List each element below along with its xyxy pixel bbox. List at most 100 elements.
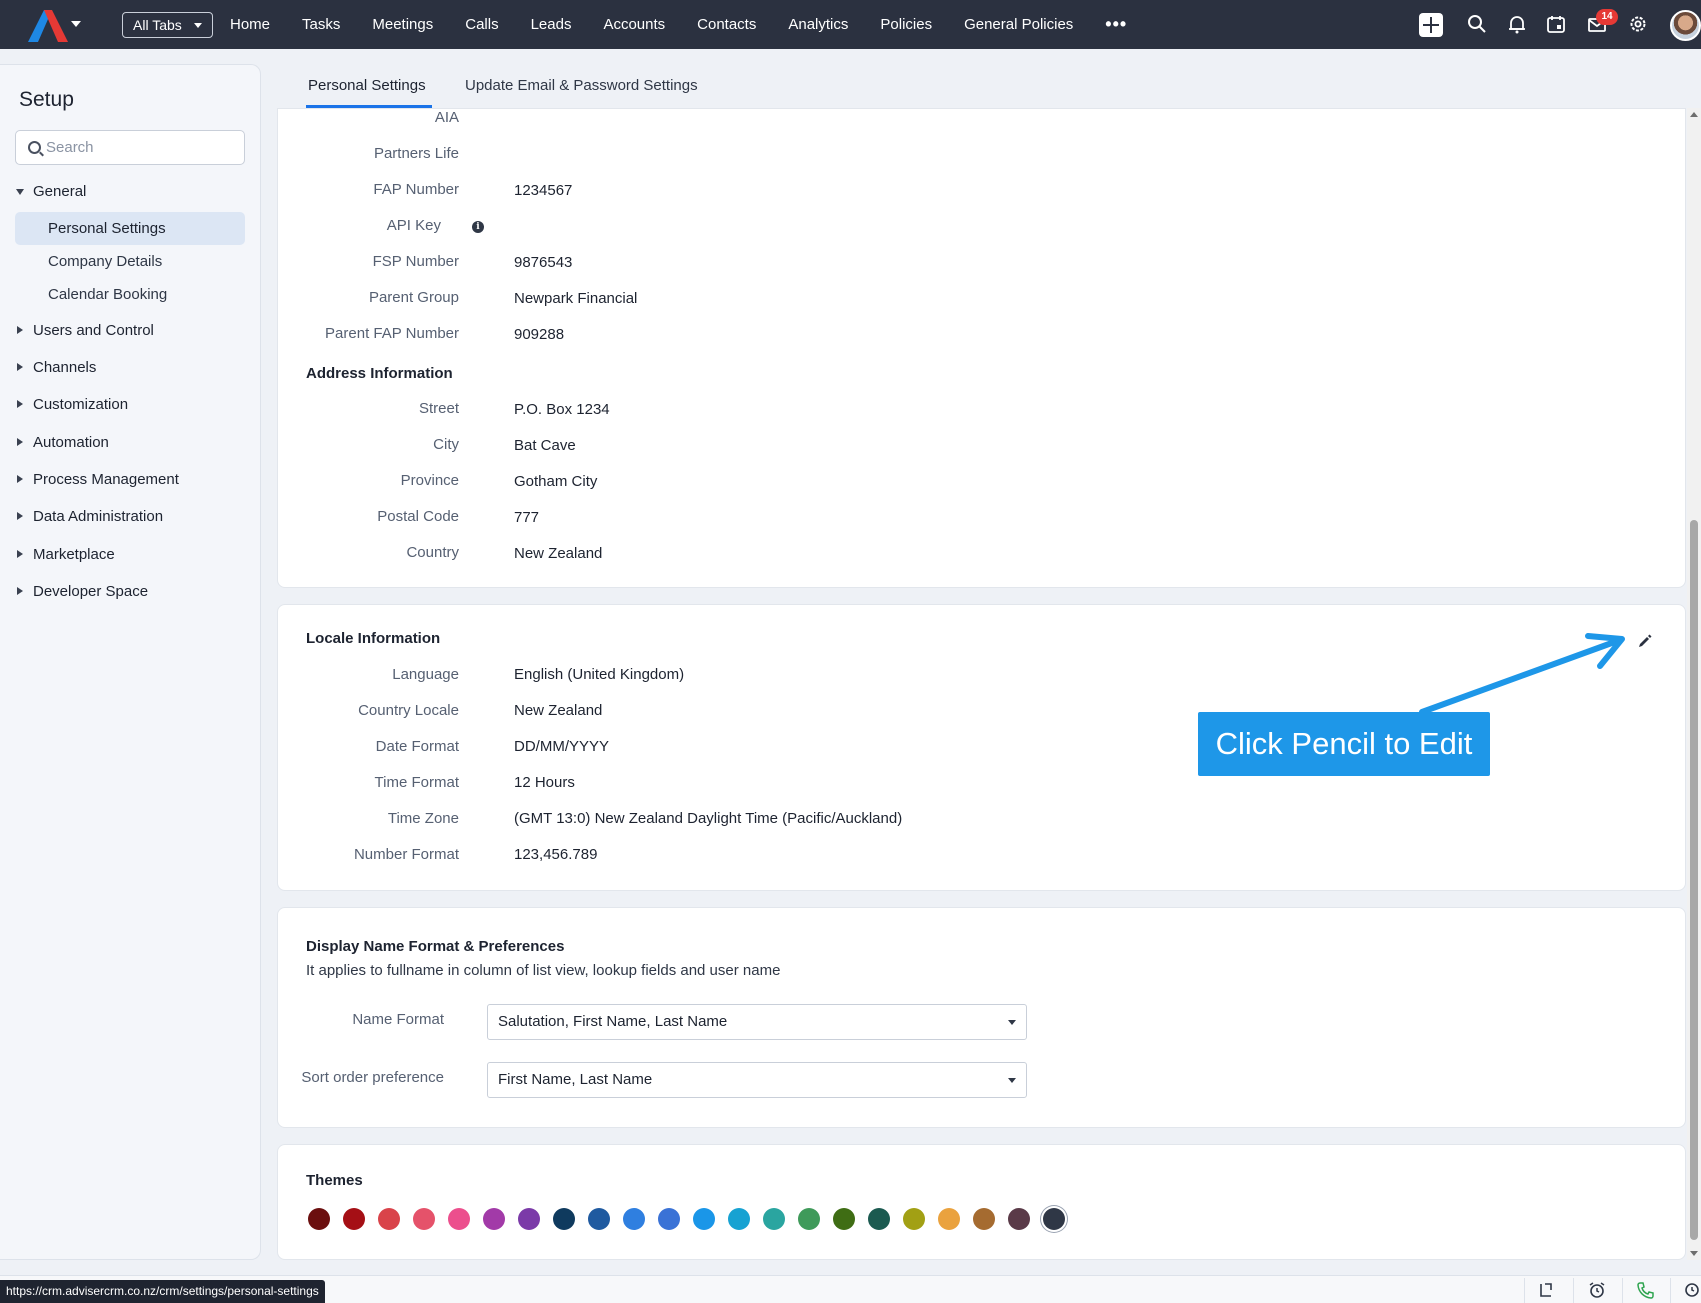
chevron-right-icon [17, 326, 23, 334]
sidebar-group-customization[interactable]: Customization [16, 396, 128, 413]
theme-swatch[interactable] [553, 1208, 575, 1230]
theme-swatch[interactable] [343, 1208, 365, 1230]
user-avatar[interactable] [1670, 10, 1701, 41]
chevron-right-icon [17, 438, 23, 446]
sidebar-group-label: Users and Control [33, 322, 154, 339]
sidebar-group-process-management[interactable]: Process Management [16, 471, 179, 488]
scroll-down-icon[interactable] [1690, 1251, 1698, 1256]
nav-calls[interactable]: Calls [449, 0, 514, 49]
search-icon[interactable] [1466, 13, 1488, 35]
sync-icon[interactable] [1536, 1280, 1556, 1300]
history-icon[interactable] [1681, 1280, 1701, 1300]
bell-icon[interactable] [1506, 13, 1528, 35]
callout-arrow-icon [1419, 633, 1625, 715]
sidebar-group-label: General [33, 183, 87, 200]
quick-create-plus-icon[interactable] [1419, 13, 1443, 37]
setup-search[interactable] [15, 130, 245, 165]
nav-meetings[interactable]: Meetings [356, 0, 449, 49]
sidebar-group-label: Developer Space [33, 583, 149, 600]
logo-menu-caret-icon[interactable] [71, 21, 81, 27]
sidebar-group-users-and-control[interactable]: Users and Control [16, 322, 154, 339]
field-label-partners-life: Partners Life [373, 145, 459, 162]
field-value-street: P.O. Box 1234 [514, 401, 610, 418]
divider [1573, 1278, 1574, 1303]
theme-swatch[interactable] [378, 1208, 400, 1230]
theme-swatch[interactable] [868, 1208, 890, 1230]
field-label-number-format: Number Format [353, 846, 459, 863]
field-label-postal-code: Postal Code [377, 508, 459, 525]
theme-swatch[interactable] [483, 1208, 505, 1230]
sidebar-item-company-details[interactable]: Company Details [15, 245, 245, 278]
nav-tasks[interactable]: Tasks [286, 0, 356, 49]
top-navigation-bar: All Tabs Home Tasks Meetings Calls Leads… [0, 0, 1701, 49]
theme-swatch[interactable] [728, 1208, 750, 1230]
phone-icon[interactable] [1636, 1280, 1656, 1300]
theme-swatch[interactable] [623, 1208, 645, 1230]
sidebar-item-calendar-booking[interactable]: Calendar Booking [15, 278, 245, 311]
alarm-clock-icon[interactable] [1587, 1280, 1607, 1300]
field-label-time-format: Time Format [374, 774, 459, 791]
calendar-icon[interactable] [1545, 13, 1567, 35]
themes-panel: Themes [277, 1144, 1686, 1260]
gear-icon[interactable] [1627, 13, 1649, 35]
field-value-number-format: 123,456.789 [514, 846, 598, 863]
all-tabs-dropdown[interactable]: All Tabs [122, 12, 213, 38]
theme-swatch[interactable] [833, 1208, 855, 1230]
nav-analytics[interactable]: Analytics [772, 0, 864, 49]
field-value-date-format: DD/MM/YYYY [514, 738, 610, 755]
theme-swatch[interactable] [1043, 1208, 1065, 1230]
setup-search-input[interactable] [46, 131, 241, 164]
sidebar-item-personal-settings[interactable]: Personal Settings [15, 212, 245, 245]
theme-swatch[interactable] [763, 1208, 785, 1230]
sidebar-group-general[interactable]: General [16, 183, 86, 200]
sidebar-group-data-administration[interactable]: Data Administration [16, 508, 163, 525]
app-logo[interactable] [24, 8, 72, 44]
themes-section-title: Themes [306, 1172, 363, 1189]
sidebar-group-automation[interactable]: Automation [16, 434, 109, 451]
field-label-city: City [433, 436, 459, 453]
page-scrollbar[interactable] [1687, 108, 1701, 1260]
nav-leads[interactable]: Leads [515, 0, 588, 49]
theme-swatch[interactable] [938, 1208, 960, 1230]
theme-swatch[interactable] [308, 1208, 330, 1230]
info-icon[interactable]: i [472, 221, 484, 233]
sort-order-label: Sort order preference [301, 1069, 444, 1086]
field-value-language: English (United Kingdom) [514, 666, 685, 683]
chevron-down-icon [1008, 1078, 1016, 1083]
theme-swatch[interactable] [658, 1208, 680, 1230]
theme-swatch[interactable] [1008, 1208, 1030, 1230]
nav-general-policies[interactable]: General Policies [948, 0, 1089, 49]
field-value-country-locale: New Zealand [514, 702, 603, 719]
sidebar-group-developer-space[interactable]: Developer Space [16, 583, 148, 600]
sidebar-group-channels[interactable]: Channels [16, 359, 96, 376]
tab-update-email-password[interactable]: Update Email & Password Settings [465, 77, 698, 94]
tab-personal-settings[interactable]: Personal Settings [308, 77, 426, 94]
field-label-api-key: API Key [386, 217, 441, 234]
field-label-time-zone: Time Zone [387, 810, 459, 827]
theme-swatch[interactable] [903, 1208, 925, 1230]
theme-swatch[interactable] [518, 1208, 540, 1230]
theme-swatch[interactable] [693, 1208, 715, 1230]
field-value-country: New Zealand [514, 545, 603, 562]
name-format-select[interactable]: Salutation, First Name, Last Name [487, 1004, 1027, 1040]
theme-swatch[interactable] [973, 1208, 995, 1230]
nav-policies[interactable]: Policies [864, 0, 948, 49]
profile-details-panel: AIA Partners Life FAP Number 1234567 API… [277, 108, 1686, 588]
nav-home[interactable]: Home [214, 0, 286, 49]
sidebar-group-label: Process Management [33, 471, 179, 488]
chevron-right-icon [17, 512, 23, 520]
sidebar-group-marketplace[interactable]: Marketplace [16, 546, 115, 563]
theme-swatch[interactable] [798, 1208, 820, 1230]
main-nav: Home Tasks Meetings Calls Leads Accounts… [214, 0, 1143, 49]
divider [1622, 1278, 1623, 1303]
nav-contacts[interactable]: Contacts [681, 0, 772, 49]
sort-order-select[interactable]: First Name, Last Name [487, 1062, 1027, 1098]
theme-swatch[interactable] [413, 1208, 435, 1230]
more-tabs-icon[interactable]: ••• [1089, 0, 1143, 49]
nav-accounts[interactable]: Accounts [587, 0, 681, 49]
theme-swatch[interactable] [448, 1208, 470, 1230]
scrollbar-thumb[interactable] [1690, 520, 1698, 1240]
scroll-up-icon[interactable] [1690, 112, 1698, 117]
theme-swatch[interactable] [588, 1208, 610, 1230]
field-label-fsp-number: FSP Number [372, 253, 459, 270]
